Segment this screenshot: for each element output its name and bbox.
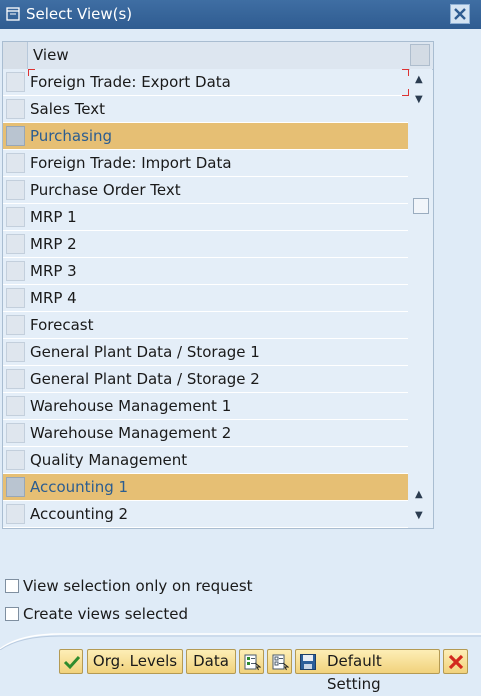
deselect-all-icon [272,654,289,671]
row-label: Foreign Trade: Export Data [30,73,231,91]
checkbox-box[interactable] [5,579,19,593]
cancel-x-icon [448,654,464,670]
default-setting-label: Default Setting [327,652,382,693]
row-label: Foreign Trade: Import Data [30,154,232,172]
dialog-window-icon [6,7,20,21]
focus-corner-mark [402,69,409,76]
close-icon [454,8,466,20]
window-title: Select View(s) [26,5,133,23]
table-row[interactable]: Warehouse Management 1 [3,393,408,420]
table-row[interactable]: Quality Management [3,447,408,474]
row-selector[interactable] [6,153,25,173]
checkbox-box[interactable] [5,607,19,621]
row-label: General Plant Data / Storage 2 [30,370,260,388]
row-label: MRP 2 [30,235,77,253]
save-floppy-icon [300,654,316,670]
row-selector[interactable] [6,342,25,362]
deselect-all-button[interactable] [267,649,292,674]
checkmark-icon [63,655,81,670]
row-selector[interactable] [6,72,25,92]
title-bar: Select View(s) [0,0,481,29]
row-label: Accounting 2 [30,505,129,523]
row-selector[interactable] [6,450,25,470]
row-selector[interactable] [6,423,25,443]
row-selector[interactable] [6,207,25,227]
row-selector[interactable] [6,477,25,497]
column-settings-button[interactable] [410,44,430,66]
row-label: Warehouse Management 1 [30,397,232,415]
table-header: View [3,42,433,70]
row-selector[interactable] [6,126,25,146]
scroll-up-icon[interactable]: ▲ [415,74,423,85]
row-selector[interactable] [6,180,25,200]
scroll-thumb[interactable] [413,198,429,214]
page-up-icon[interactable]: ▲ [415,489,423,500]
row-selector[interactable] [6,288,25,308]
table-row[interactable]: Sales Text [3,96,408,123]
table-row[interactable]: Purchase Order Text [3,177,408,204]
default-setting-button[interactable]: Default Setting [295,649,440,693]
row-label: MRP 1 [30,208,77,226]
row-label: Purchasing [30,127,113,145]
table-row[interactable]: General Plant Data / Storage 2 [3,366,408,393]
row-label: MRP 3 [30,262,77,280]
table-row[interactable]: General Plant Data / Storage 1 [3,339,408,366]
checkbox-label: View selection only on request [23,577,253,595]
close-button[interactable] [450,4,470,24]
table-body: Foreign Trade: Export Data Sales Text Purc… [3,69,409,528]
table-row[interactable]: Foreign Trade: Import Data [3,150,408,177]
table-row[interactable]: MRP 4 [3,285,408,312]
table-row[interactable]: MRP 3 [3,258,408,285]
table-row[interactable]: Purchasing [3,123,408,150]
table-row[interactable]: Forecast [3,312,408,339]
row-selector[interactable] [6,396,25,416]
data-button[interactable]: Data [186,649,236,674]
row-selector[interactable] [6,261,25,281]
select-all-icon [244,654,261,671]
column-header-view[interactable]: View [33,46,69,64]
row-label: Sales Text [30,100,106,118]
table-row[interactable]: MRP 1 [3,204,408,231]
row-selector[interactable] [6,504,25,524]
table-row[interactable]: Accounting 1 [3,474,408,501]
row-label: General Plant Data / Storage 1 [30,343,260,361]
row-selector[interactable] [6,369,25,389]
page-down-icon[interactable]: ▼ [415,94,423,105]
row-label: Accounting 1 [30,478,129,496]
row-label: Warehouse Management 2 [30,424,232,442]
row-selector[interactable] [6,99,25,119]
checkbox-label: Create views selected [23,605,189,623]
table-row[interactable]: Accounting 2 [3,501,408,528]
vertical-scrollbar[interactable]: ▲ ▼ ▲ ▼ [410,69,432,528]
confirm-button[interactable] [59,649,83,674]
table-row[interactable]: Foreign Trade: Export Data [3,69,409,96]
table-row[interactable]: Warehouse Management 2 [3,420,408,447]
table-row[interactable]: MRP 2 [3,231,408,258]
row-label: Purchase Order Text [30,181,181,199]
focus-corner-mark [402,89,409,96]
footer-separator [0,633,481,650]
focus-corner-mark [28,69,35,76]
org-levels-button[interactable]: Org. Levels [87,649,183,674]
row-selector[interactable] [6,315,25,335]
cancel-button[interactable] [443,649,468,674]
row-label: Quality Management [30,451,188,469]
select-all-button[interactable] [239,649,264,674]
row-label: Forecast [30,316,94,334]
scroll-down-icon[interactable]: ▼ [415,510,423,521]
row-selector[interactable] [6,234,25,254]
views-table: View Foreign Trade: Export Data Sales Tex… [2,41,434,529]
select-all-rows-corner[interactable] [3,42,28,69]
row-label: MRP 4 [30,289,77,307]
